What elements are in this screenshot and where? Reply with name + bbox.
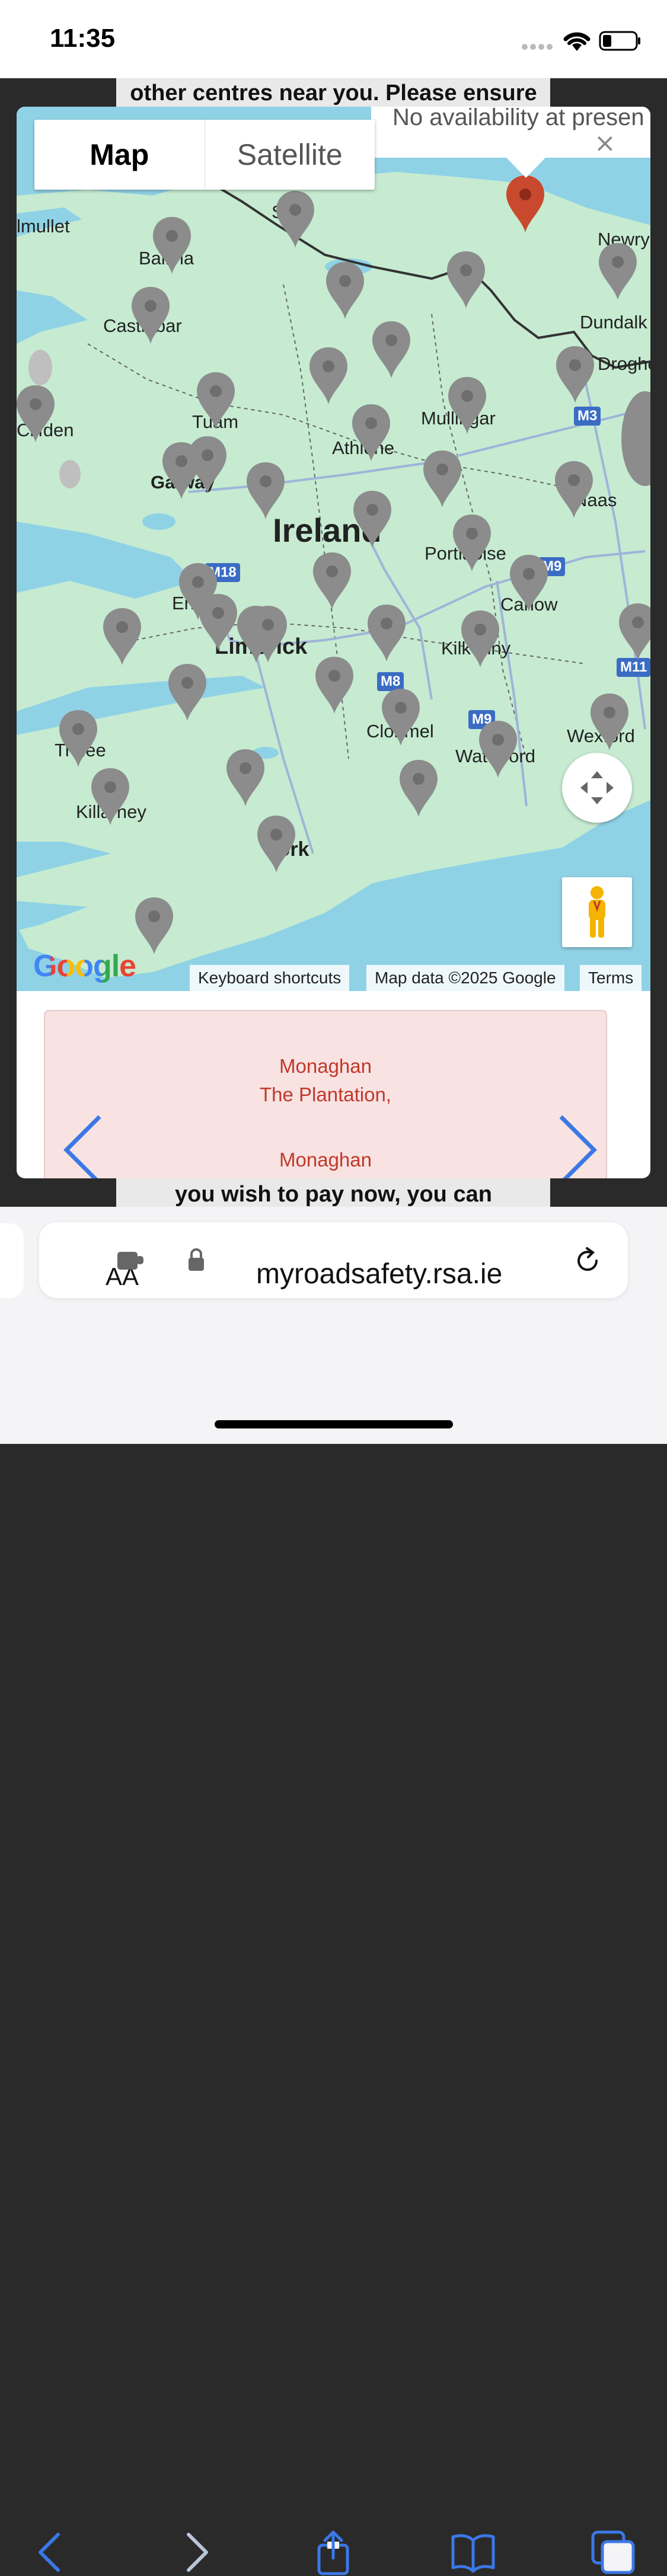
centre-address-line1: The Plantation, — [260, 1084, 391, 1105]
centre-name: Monaghan — [279, 1055, 372, 1077]
map-marker[interactable] — [510, 555, 548, 614]
map-marker[interactable] — [276, 191, 314, 250]
background-text-top: other centres near you. Please ensure — [130, 81, 537, 106]
selected-map-marker[interactable] — [506, 175, 544, 235]
map-marker[interactable] — [168, 664, 206, 723]
info-window-close-button[interactable]: × — [594, 128, 616, 158]
share-icon[interactable] — [309, 2529, 357, 2576]
map-marker[interactable] — [315, 657, 353, 716]
centre-map-modal: lmullet Ballina Sligo Castlebar Newry Du… — [17, 107, 650, 1178]
browser-toolbar: AA myroadsafety.rsa.ie — [0, 1207, 667, 2575]
map-marker[interactable] — [247, 462, 285, 522]
home-indicator[interactable] — [215, 1420, 453, 1428]
map-marker[interactable] — [372, 321, 410, 381]
google-logo-text: Google — [33, 949, 136, 983]
map-marker[interactable] — [400, 760, 438, 819]
reload-icon[interactable] — [573, 1246, 602, 1276]
tabs-icon[interactable] — [589, 2529, 637, 2576]
back-icon[interactable] — [27, 2529, 75, 2576]
fullscreen-icon — [580, 771, 614, 804]
centre-address-line2: Monaghan — [279, 1149, 372, 1171]
info-window-text: No availability at presen — [392, 107, 644, 130]
map-marker[interactable] — [591, 693, 628, 753]
map-marker[interactable] — [132, 287, 170, 346]
address-bar[interactable]: AA myroadsafety.rsa.ie — [39, 1222, 628, 1298]
previous-tab-preview[interactable] — [0, 1223, 24, 1298]
map-marker[interactable] — [189, 436, 226, 496]
map-data-attribution: Map data ©2025 Google — [366, 965, 564, 991]
map-marker[interactable] — [619, 603, 650, 663]
map-marker[interactable] — [556, 346, 594, 405]
pegman-icon — [589, 886, 605, 938]
battery-icon — [599, 31, 640, 51]
previous-centre-arrow-icon[interactable] — [62, 1114, 103, 1178]
url-text: myroadsafety.rsa.ie — [256, 1258, 503, 1290]
map-marker[interactable] — [257, 816, 295, 875]
map-marker[interactable] — [382, 689, 420, 748]
map-marker[interactable] — [91, 768, 129, 827]
map-type-satellite-button[interactable]: Satellite — [204, 120, 375, 190]
lock-icon — [189, 1248, 204, 1271]
forward-icon[interactable] — [172, 2529, 219, 2576]
wifi-icon — [563, 32, 591, 51]
map-marker[interactable] — [135, 897, 173, 957]
fullscreen-button[interactable] — [562, 753, 632, 823]
map-marker[interactable] — [353, 491, 391, 550]
next-centre-arrow-icon[interactable] — [557, 1114, 599, 1178]
map-marker[interactable] — [479, 721, 517, 780]
marker-layer — [17, 107, 650, 991]
map-marker[interactable] — [368, 605, 406, 664]
map-marker[interactable] — [226, 749, 264, 808]
keyboard-shortcuts-link[interactable]: Keyboard shortcuts — [190, 965, 350, 991]
status-bar: 11:35 — [0, 0, 667, 78]
map-marker[interactable] — [326, 262, 364, 321]
bookmarks-icon[interactable] — [449, 2529, 497, 2576]
map-type-map-button[interactable]: Map — [34, 120, 205, 190]
map-marker[interactable] — [197, 372, 235, 432]
map-marker[interactable] — [448, 377, 486, 436]
map-canvas[interactable]: lmullet Ballina Sligo Castlebar Newry Du… — [17, 107, 650, 991]
status-time: 11:35 — [50, 24, 116, 53]
map-type-control: Map Satellite — [34, 120, 375, 190]
map-marker[interactable] — [447, 251, 485, 311]
map-marker[interactable] — [249, 606, 287, 665]
street-view-pegman-button[interactable] — [562, 877, 632, 947]
centre-info-card: Monaghan The Plantation, Monaghan — [44, 1010, 607, 1178]
map-marker[interactable] — [17, 385, 55, 445]
map-marker[interactable] — [103, 608, 141, 667]
map-marker[interactable] — [555, 461, 593, 520]
map-marker[interactable] — [352, 404, 390, 464]
extension-icon[interactable] — [116, 1248, 146, 1272]
background-text-bottom: you wish to pay now, you can — [175, 1182, 492, 1207]
terms-link[interactable]: Terms — [580, 965, 642, 991]
map-marker[interactable] — [59, 710, 97, 769]
map-marker[interactable] — [309, 347, 347, 407]
map-marker[interactable] — [423, 450, 461, 510]
map-marker[interactable] — [599, 243, 637, 302]
map-marker[interactable] — [199, 594, 237, 653]
map-marker[interactable] — [313, 552, 351, 612]
info-window-pointer — [506, 158, 545, 178]
map-marker[interactable] — [153, 217, 191, 276]
google-logo: Google — [33, 948, 136, 984]
map-marker[interactable] — [453, 514, 491, 574]
cellular-signal-icon — [522, 44, 553, 50]
map-marker[interactable] — [461, 611, 499, 670]
